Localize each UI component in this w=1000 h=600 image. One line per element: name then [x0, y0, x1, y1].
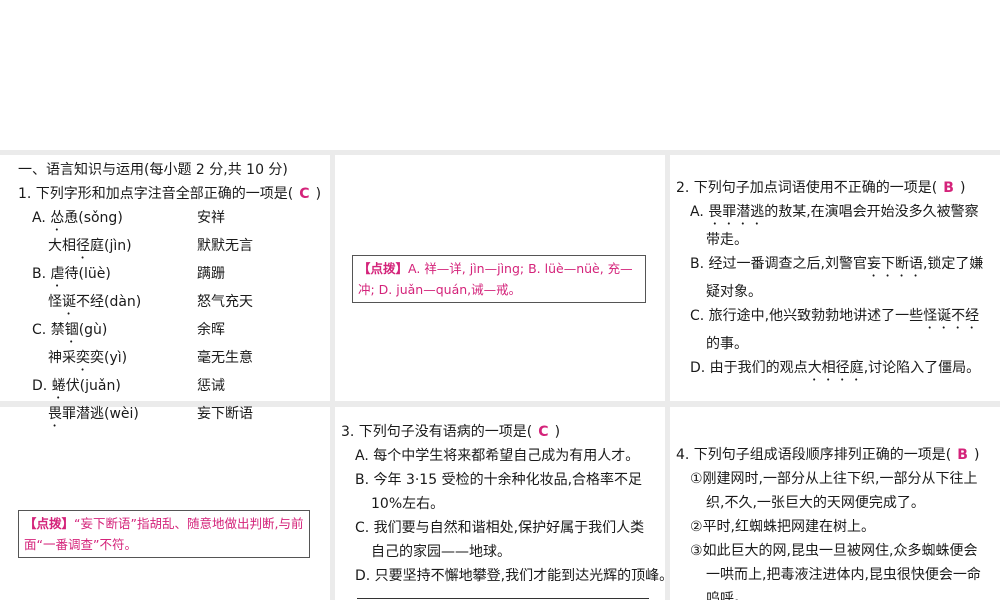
option-row: D. 蜷伏(juǎn) 惩诫 [18, 374, 328, 402]
answer-badge: B [943, 180, 954, 196]
option-a: A. 畏罪潜逃的敖某,在演唱会开始没多久被警察 [690, 204, 979, 220]
question-4-stem: 4. 下列句子组成语段顺序排列正确的一项是(B) [676, 447, 980, 463]
question-3-panel: 3. 下列句子没有语病的一项是(C) A. 每个中学生将来都希望自己成为有用人才… [341, 420, 665, 588]
option-row: 大相径庭(jìn) 默默无言 [18, 234, 328, 262]
option-line: D. 只要坚持不懈地攀登,我们才能到达光辉的顶峰。 [355, 568, 665, 584]
option-row: 怪诞不经(dàn) 怒气充天 [18, 290, 328, 318]
separator-line [357, 598, 649, 599]
option-line: B. 今年 3·15 受检的十余种化妆品,合格率不足 [355, 472, 643, 488]
option-a-cont: 带走。 [706, 232, 748, 248]
option-row: 畏罪潜逃(wèi) 妄下断语 [18, 402, 328, 430]
option-word-a: 大相径庭(jìn) [48, 238, 132, 254]
dotted-char: 径 [76, 238, 90, 254]
option-word-b: 怒气充天 [197, 294, 253, 310]
question-1-stem: 1. 下列字形和加点字注音全部正确的一项是(C) [18, 186, 322, 202]
answer-badge: B [957, 447, 968, 463]
dotted-char: 锢 [64, 322, 79, 338]
option-line: 自己的家园——地球。 [371, 544, 511, 560]
dotted-char: 畏 [48, 406, 62, 422]
question-2-panel: 2. 下列句子加点词语使用不正确的一项是(B) A. 畏罪潜逃的敖某,在演唱会开… [676, 176, 1000, 384]
option-word-b: 蹒跚 [197, 266, 225, 282]
column-divider-2 [665, 150, 670, 600]
option-word-b: 惩诫 [197, 378, 225, 394]
option-word-b: 毫无生意 [197, 350, 253, 366]
section-title: 一、语言知识与运用(每小题 2 分,共 10 分) [18, 162, 288, 178]
sentence-line: ①刚建网时,一部分从上往下织,一部分从下往上 [690, 471, 978, 487]
hint-box-q2: 【点拨】“妄下断语”指胡乱、随意地做出判断,与前面“一番调查”不符。 [18, 510, 310, 558]
option-c-cont: 的事。 [706, 336, 748, 352]
option-line: A. 每个中学生将来都希望自己成为有用人才。 [355, 448, 640, 464]
sentence-line: 呜呼。 [706, 591, 748, 600]
dotted-char: 怂 [50, 210, 65, 226]
dotted-char: 虐 [50, 266, 65, 282]
option-line: 10%左右。 [371, 496, 445, 512]
sentence-line: 一哄而上,把毒液注进体内,昆虫很快便会一命 [706, 567, 981, 583]
sentence-line: ③如此巨大的网,昆虫一旦被网住,众多蜘蛛便会 [690, 543, 978, 559]
option-d: D. 由于我们的观点大相径庭,讨论陷入了僵局。 [690, 360, 981, 376]
option-word-a: A. 怂恿(sǒng) [32, 210, 123, 226]
option-line: C. 我们要与自然和谐相处,保护好属于我们人类 [355, 520, 645, 536]
option-word-b: 默默无言 [197, 238, 253, 254]
option-word-b: 妄下断语 [197, 406, 253, 422]
question-4-panel: 4. 下列句子组成语段顺序排列正确的一项是(B) ①刚建网时,一部分从上往下织,… [676, 443, 1000, 600]
question-3-stem: 3. 下列句子没有语病的一项是(C) [341, 424, 561, 440]
dotted-char: 诞 [62, 294, 76, 310]
question-2-stem: 2. 下列句子加点词语使用不正确的一项是(B) [676, 180, 966, 196]
option-word-a: 神采奕奕(yì) [48, 350, 128, 366]
option-word-a: C. 禁锢(gù) [32, 322, 108, 338]
hint-box-q1: 【点拨】A. 祥—详, jìn—jìng; B. lüè—nüè, 充—冲; D… [352, 255, 646, 303]
option-word-a: 怪诞不经(dàn) [48, 294, 142, 310]
answer-badge: C [299, 186, 310, 202]
option-word-a: D. 蜷伏(juǎn) [32, 378, 121, 394]
option-row: C. 禁锢(gù) 余晖 [18, 318, 328, 346]
answer-badge: C [538, 424, 549, 440]
question-1-panel: 一、语言知识与运用(每小题 2 分,共 10 分) 1. 下列字形和加点字注音全… [18, 158, 328, 430]
top-divider [0, 150, 1000, 155]
option-word-a: 畏罪潜逃(wèi) [48, 406, 139, 422]
column-divider-1 [330, 150, 335, 600]
option-row: A. 怂恿(sǒng) 安祥 [18, 206, 328, 234]
option-b: B. 经过一番调查之后,刘警官妄下断语,锁定了嫌 [690, 256, 984, 272]
sentence-line: 织,不久,一张巨大的天网便完成了。 [706, 495, 925, 511]
option-word-b: 安祥 [197, 210, 225, 226]
option-c: C. 旅行途中,他兴致勃勃地讲述了一些怪诞不经 [690, 308, 980, 324]
option-word-b: 余晖 [197, 322, 225, 338]
dotted-char: 蜷 [51, 378, 66, 394]
dotted-char: 奕 [76, 350, 90, 366]
option-row: B. 虐待(lüè) 蹒跚 [18, 262, 328, 290]
option-row: 神采奕奕(yì) 毫无生意 [18, 346, 328, 374]
option-b-cont: 疑对象。 [706, 284, 762, 300]
option-word-a: B. 虐待(lüè) [32, 266, 111, 282]
sentence-line: ②平时,红蜘蛛把网建在树上。 [690, 519, 876, 535]
